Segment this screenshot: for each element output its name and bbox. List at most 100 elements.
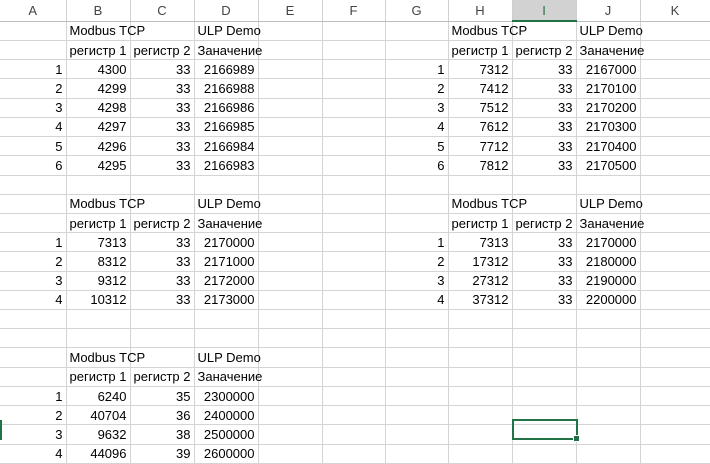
cell-e7[interactable]	[258, 136, 323, 157]
cell-e11[interactable]	[258, 213, 323, 234]
column-header-d[interactable]: D	[194, 0, 259, 22]
cell-i6[interactable]: 33	[512, 117, 577, 138]
cell-d8[interactable]: 2166983	[194, 155, 259, 176]
cell-c9[interactable]	[130, 175, 195, 195]
cell-k18[interactable]	[640, 347, 710, 368]
cell-c19[interactable]: регистр 2	[130, 367, 195, 387]
cell-k8[interactable]	[640, 155, 710, 176]
column-header-h[interactable]: H	[448, 0, 513, 22]
cell-f10[interactable]	[322, 194, 386, 214]
cell-j22[interactable]	[576, 424, 641, 445]
cell-a6[interactable]: 4	[0, 117, 67, 138]
cell-i17[interactable]	[512, 328, 577, 349]
cell-d7[interactable]: 2166984	[194, 136, 259, 157]
cell-g7[interactable]: 5	[385, 136, 449, 157]
cell-d14[interactable]: 2172000	[194, 271, 259, 291]
cell-h4[interactable]: 7412	[448, 78, 513, 99]
cell-h6[interactable]: 7612	[448, 117, 513, 138]
cell-e13[interactable]	[258, 251, 323, 272]
cell-j3[interactable]: 2167000	[576, 59, 641, 80]
cell-d21[interactable]: 2400000	[194, 405, 259, 426]
cell-c13[interactable]: 33	[130, 251, 195, 272]
cell-e4[interactable]	[258, 78, 323, 99]
cell-f17[interactable]	[322, 328, 386, 349]
cell-j15[interactable]: 2200000	[576, 290, 641, 311]
cell-j12[interactable]: 2170000	[576, 232, 641, 253]
cell-i15[interactable]: 33	[512, 290, 577, 311]
cell-b12[interactable]: 7313	[66, 232, 131, 253]
cell-i3[interactable]: 33	[512, 59, 577, 80]
cell-h5[interactable]: 7512	[448, 98, 513, 118]
cell-j8[interactable]: 2170500	[576, 155, 641, 176]
cell-h18[interactable]	[448, 347, 513, 368]
cell-k10[interactable]	[640, 194, 710, 214]
cell-h20[interactable]	[448, 386, 513, 407]
cell-a20[interactable]: 1	[0, 386, 67, 407]
cell-g22[interactable]	[385, 424, 449, 445]
cell-h3[interactable]: 7312	[448, 59, 513, 80]
cell-b15[interactable]: 10312	[66, 290, 131, 311]
cell-g12[interactable]: 1	[385, 232, 449, 253]
cell-j19[interactable]	[576, 367, 641, 387]
cell-e6[interactable]	[258, 117, 323, 138]
cell-c12[interactable]: 33	[130, 232, 195, 253]
cell-f2[interactable]	[322, 40, 386, 61]
cell-f21[interactable]	[322, 405, 386, 426]
cell-a10[interactable]	[0, 194, 67, 214]
cell-a1[interactable]	[0, 21, 67, 41]
column-header-j[interactable]: J	[576, 0, 641, 22]
cell-a9[interactable]	[0, 175, 67, 195]
cell-k4[interactable]	[640, 78, 710, 99]
cell-b5[interactable]: 4298	[66, 98, 131, 118]
column-header-b[interactable]: B	[66, 0, 131, 22]
cell-j14[interactable]: 2190000	[576, 271, 641, 291]
cell-b20[interactable]: 6240	[66, 386, 131, 407]
cell-h23[interactable]	[448, 444, 513, 464]
cell-g14[interactable]: 3	[385, 271, 449, 291]
cell-j11[interactable]: Заначение	[576, 213, 644, 234]
cell-h19[interactable]	[448, 367, 513, 387]
cell-h21[interactable]	[448, 405, 513, 426]
cell-b13[interactable]: 8312	[66, 251, 131, 272]
cell-f9[interactable]	[322, 175, 386, 195]
cell-c20[interactable]: 35	[130, 386, 195, 407]
cell-b1[interactable]: Modbus TCP	[66, 21, 145, 41]
cell-b6[interactable]: 4297	[66, 117, 131, 138]
cell-g15[interactable]: 4	[385, 290, 449, 311]
cell-h1[interactable]: Modbus TCP	[448, 21, 527, 41]
cell-i20[interactable]	[512, 386, 577, 407]
cell-k9[interactable]	[640, 175, 710, 195]
column-header-k[interactable]: K	[640, 0, 710, 22]
column-header-g[interactable]: G	[385, 0, 449, 22]
cell-d2[interactable]: Заначение	[194, 40, 262, 61]
column-header-c[interactable]: C	[130, 0, 195, 22]
cell-h22[interactable]	[448, 424, 513, 445]
cell-i16[interactable]	[512, 309, 577, 330]
cell-a12[interactable]: 1	[0, 232, 67, 253]
cell-f8[interactable]	[322, 155, 386, 176]
cell-g6[interactable]: 4	[385, 117, 449, 138]
cell-i5[interactable]: 33	[512, 98, 577, 118]
cell-d17[interactable]	[194, 328, 259, 349]
cell-d20[interactable]: 2300000	[194, 386, 259, 407]
cell-k20[interactable]	[640, 386, 710, 407]
cell-b9[interactable]	[66, 175, 131, 195]
cell-a14[interactable]: 3	[0, 271, 67, 291]
cell-f6[interactable]	[322, 117, 386, 138]
cell-k22[interactable]	[640, 424, 710, 445]
cell-k5[interactable]	[640, 98, 710, 118]
cell-j5[interactable]: 2170200	[576, 98, 641, 118]
cell-b10[interactable]: Modbus TCP	[66, 194, 145, 214]
cell-d6[interactable]: 2166985	[194, 117, 259, 138]
cell-f14[interactable]	[322, 271, 386, 291]
cell-f1[interactable]	[322, 21, 386, 41]
cell-k2[interactable]	[640, 40, 710, 61]
cell-e14[interactable]	[258, 271, 323, 291]
cell-b8[interactable]: 4295	[66, 155, 131, 176]
cell-g21[interactable]	[385, 405, 449, 426]
cell-g3[interactable]: 1	[385, 59, 449, 80]
cell-f5[interactable]	[322, 98, 386, 118]
cell-h7[interactable]: 7712	[448, 136, 513, 157]
cell-c7[interactable]: 33	[130, 136, 195, 157]
cell-g19[interactable]	[385, 367, 449, 387]
